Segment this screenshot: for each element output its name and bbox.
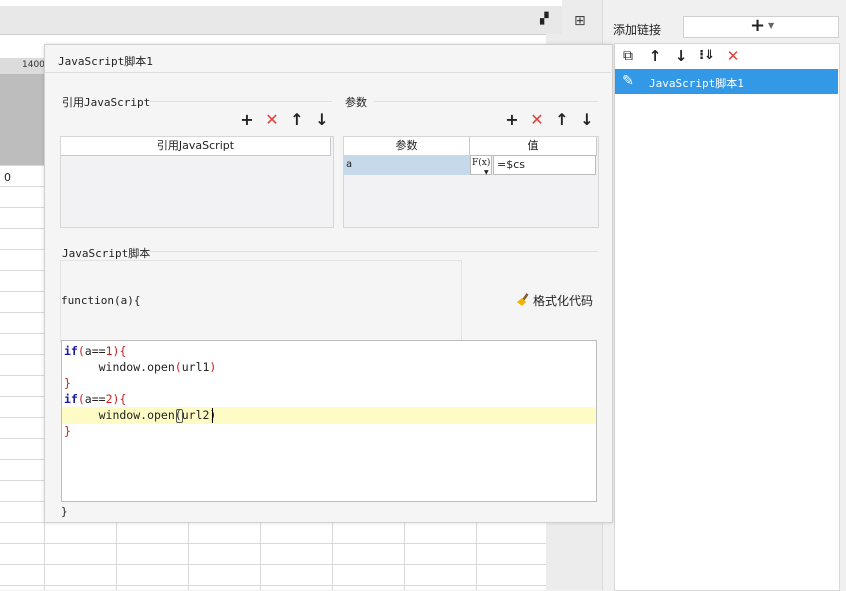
- params-table: 参数 值: [343, 136, 599, 228]
- grid-line: [0, 585, 546, 586]
- dialog-title: JavaScript脚本1: [58, 55, 153, 68]
- move-down-param-button[interactable]: ↓: [578, 111, 596, 129]
- code-token: }: [64, 376, 71, 390]
- code-token: window.open: [64, 360, 175, 374]
- param-value-header: 值: [470, 137, 597, 156]
- grid-line: [188, 521, 189, 590]
- code-token: ){: [112, 392, 127, 406]
- add-ref-button[interactable]: +: [238, 111, 256, 129]
- divider: [45, 72, 611, 73]
- code-token: 1: [105, 344, 113, 358]
- ref-js-table: 引用JavaScript: [60, 136, 334, 228]
- delete-ref-button[interactable]: ✕: [263, 111, 281, 129]
- code-lines[interactable]: if(a==1){ window.open(url1)} if(a==2){ wi…: [61, 341, 597, 501]
- move-up-icon[interactable]: ↑: [645, 46, 665, 66]
- grid-line: [0, 564, 546, 565]
- grid-line: [476, 521, 477, 590]
- delete-icon[interactable]: ✕: [723, 46, 743, 66]
- chevron-down-icon: ▼: [484, 169, 489, 176]
- bracket-match-marker: [176, 409, 183, 423]
- layout-icon[interactable]: ⊞: [574, 13, 586, 29]
- sheet-cell[interactable]: 0: [4, 171, 11, 184]
- divider: [374, 101, 598, 102]
- code-token: (: [77, 392, 85, 406]
- code-token: 2: [105, 392, 113, 406]
- move-up-ref-button[interactable]: ↑: [288, 111, 306, 129]
- function-closing-brace: }: [61, 505, 68, 518]
- add-link-label: 添加链接: [613, 23, 662, 37]
- ruler-label: 1400: [22, 60, 45, 70]
- move-bottom-icon[interactable]: ⁝⇓: [697, 46, 717, 66]
- code-line: if(a==1){: [64, 343, 126, 359]
- code-line: window.open(url1): [64, 359, 217, 375]
- code-token: ){: [112, 344, 127, 358]
- link-list: [614, 69, 840, 591]
- divider: [150, 251, 598, 252]
- plus-icon: +: [750, 15, 766, 36]
- code-line: }: [64, 375, 71, 391]
- move-down-ref-button[interactable]: ↓: [313, 111, 331, 129]
- formula-button[interactable]: F(x) ▼: [470, 155, 492, 176]
- param-name-cell[interactable]: a: [344, 155, 470, 175]
- link-toolbar: ⧉ ↑ ↓ ⁝⇓ ✕: [614, 43, 840, 71]
- code-token: a==: [84, 344, 106, 358]
- copy-icon[interactable]: ⧉: [618, 46, 638, 66]
- grid-line: [332, 521, 333, 590]
- format-code-label: 格式化代码: [533, 294, 594, 308]
- collapse-icon[interactable]: ▞: [540, 12, 548, 25]
- link-list-item[interactable]: ✎ JavaScript脚本1: [615, 69, 838, 94]
- code-token: ): [209, 360, 217, 374]
- top-toolbar: ▞: [0, 6, 562, 35]
- move-up-param-button[interactable]: ↑: [553, 111, 571, 129]
- ref-js-column-header: 引用JavaScript: [61, 137, 331, 156]
- code-token: a==: [84, 392, 106, 406]
- param-name-header: 参数: [344, 137, 470, 156]
- code-line: window.open(url2): [64, 407, 217, 423]
- code-token: }: [64, 424, 71, 438]
- move-down-icon[interactable]: ↓: [671, 46, 691, 66]
- code-token: url1: [181, 360, 210, 374]
- grid-line: [116, 521, 117, 590]
- broom-icon: [517, 293, 529, 306]
- code-token: url2: [181, 408, 210, 422]
- param-value-field[interactable]: =$cs: [493, 155, 596, 175]
- add-param-button[interactable]: +: [503, 111, 521, 129]
- ref-js-section-label: 引用JavaScript: [62, 96, 151, 109]
- edit-icon: ✎: [622, 73, 634, 89]
- params-section-label: 参数: [345, 96, 367, 109]
- add-link-dropdown[interactable]: + ▼: [683, 15, 839, 38]
- chevron-down-icon: ▼: [768, 21, 775, 30]
- delete-param-button[interactable]: ✕: [528, 111, 546, 129]
- code-token: (: [174, 360, 182, 374]
- code-token: window.open: [64, 408, 175, 422]
- link-item-label: JavaScript脚本1: [649, 77, 744, 90]
- text-cursor: [212, 408, 213, 423]
- code-line: if(a==2){: [64, 391, 126, 407]
- function-header: function(a){: [61, 294, 141, 307]
- grid-line: [0, 543, 546, 544]
- format-code-button[interactable]: 格式化代码: [516, 292, 593, 309]
- script-section-label: JavaScript脚本: [62, 247, 151, 260]
- code-token: if: [64, 344, 78, 358]
- grid-line: [404, 521, 405, 590]
- code-token: (: [77, 344, 85, 358]
- grid-line: [260, 521, 261, 590]
- code-token: if: [64, 392, 78, 406]
- grid-line: [44, 521, 45, 590]
- code-line: }: [64, 423, 71, 439]
- ruler: 1400: [0, 58, 45, 75]
- sheet-gray-region: [0, 75, 44, 165]
- divider: [150, 101, 332, 102]
